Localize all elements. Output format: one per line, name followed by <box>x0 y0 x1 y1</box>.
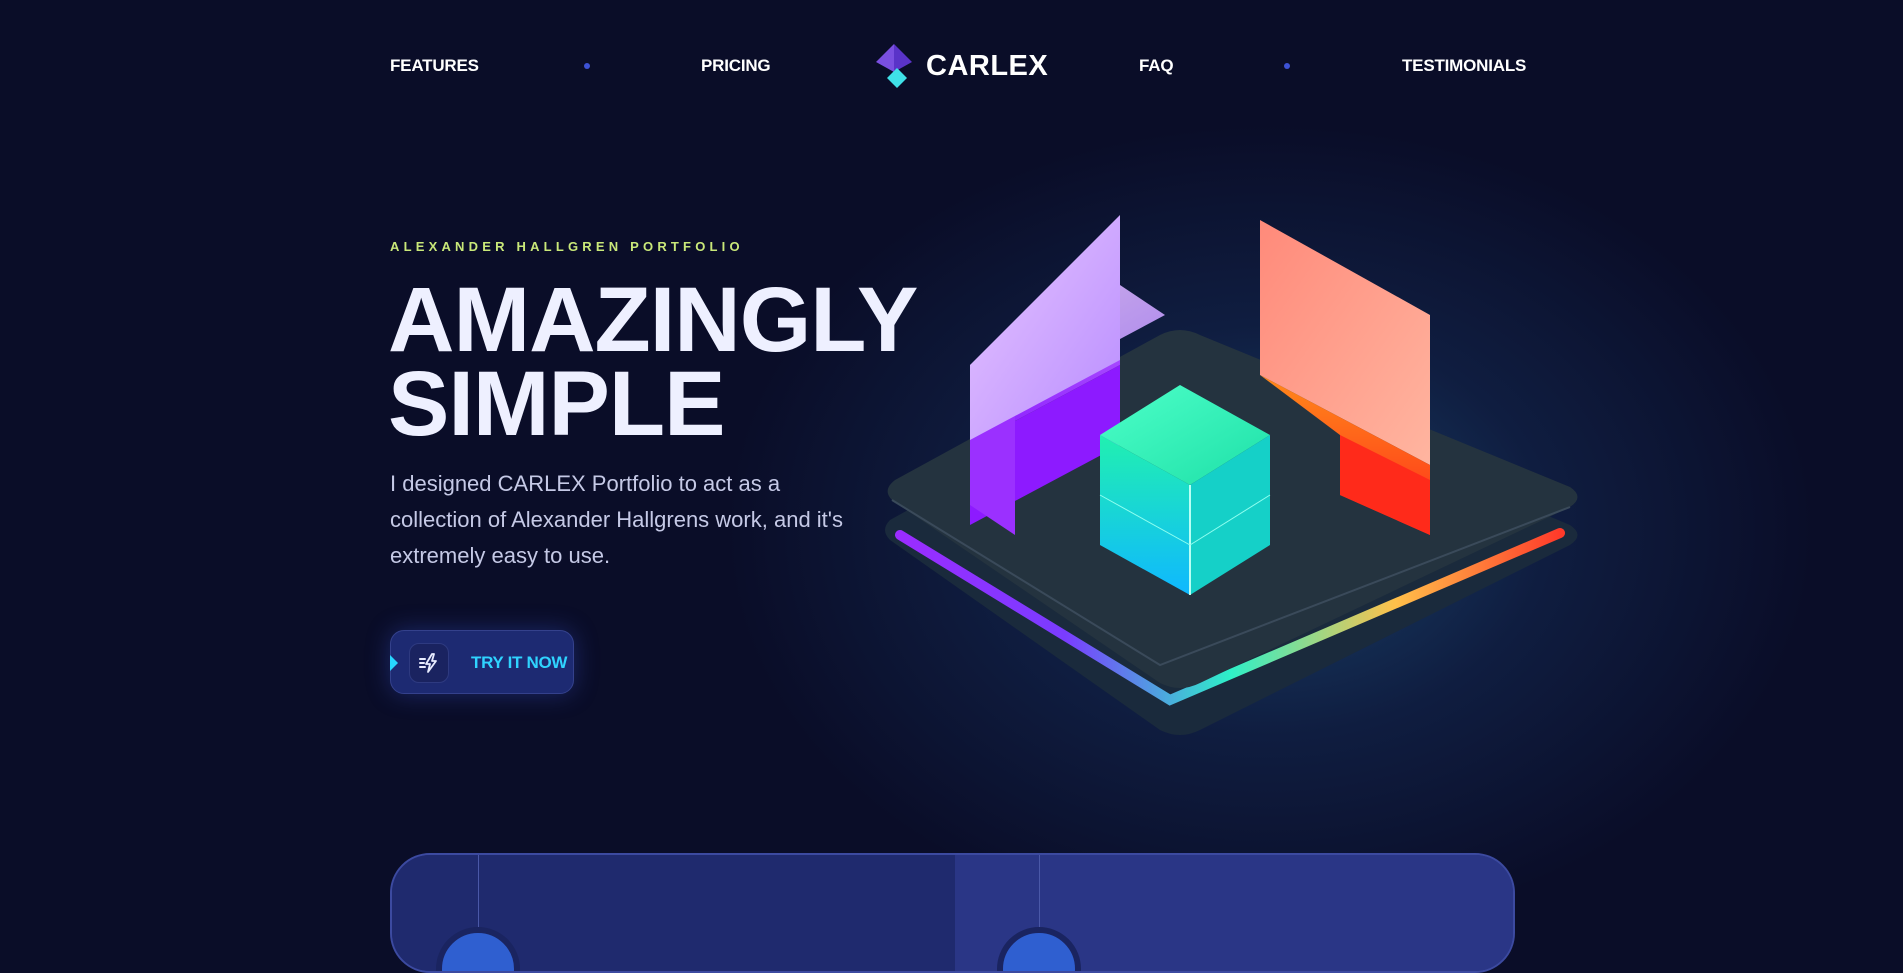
feature-cards-panel <box>390 853 1515 973</box>
carlex-diamond-logo-icon <box>876 44 912 88</box>
feature-card-left[interactable] <box>392 855 955 971</box>
nav-separator-dot <box>584 63 590 69</box>
hero-subtitle: I designed CARLEX Portfolio to act as a … <box>390 471 843 568</box>
cta-arrow-icon <box>390 655 398 671</box>
nav-separator-dot <box>1284 63 1290 69</box>
brand-name: CARLEX <box>926 49 1049 82</box>
hero-headline: AMAZINGLY SIMPLE <box>388 274 918 450</box>
nav-link-testimonials[interactable]: TESTIMONIALS <box>1402 56 1526 76</box>
feature-badge-icon <box>997 927 1081 971</box>
top-navigation: FEATURES PRICING CARLEX FAQ TESTIMONIALS <box>0 0 1903 130</box>
try-it-now-button[interactable]: TRY IT NOW <box>390 630 574 694</box>
nav-link-features[interactable]: FEATURES <box>390 56 479 76</box>
hero-headline-line2: SIMPLE <box>388 353 725 455</box>
hero-eyebrow: ALEXANDER HALLGREN PORTFOLIO <box>390 239 744 254</box>
hero-3d-blocks-illustration <box>885 215 1578 735</box>
nav-link-pricing[interactable]: PRICING <box>701 56 771 76</box>
feature-card-right[interactable] <box>955 855 1513 971</box>
brand-logo[interactable]: CARLEX <box>872 42 1048 90</box>
feature-badge-icon <box>436 927 520 971</box>
speed-lightning-icon <box>409 643 449 683</box>
nav-link-faq[interactable]: FAQ <box>1139 56 1174 76</box>
cta-label: TRY IT NOW <box>471 653 568 672</box>
